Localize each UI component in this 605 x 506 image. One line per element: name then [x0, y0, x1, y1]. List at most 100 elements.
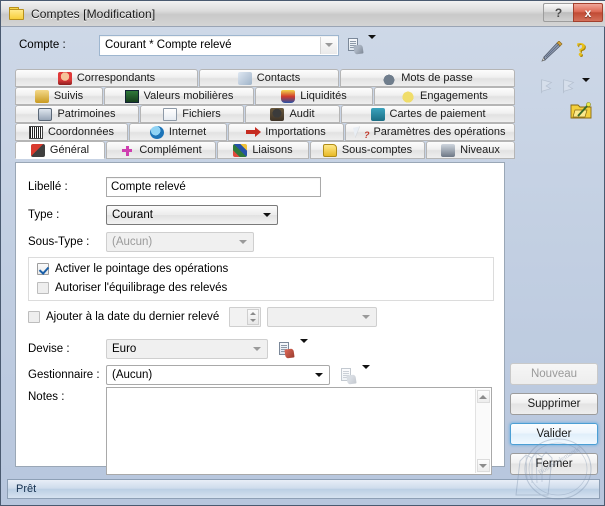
- chevron-down-icon[interactable]: [311, 366, 327, 384]
- tab-label: Suivis: [54, 91, 83, 102]
- compte-value: Courant * Compte relevé: [100, 39, 232, 51]
- tab-importations[interactable]: Importations: [228, 123, 344, 141]
- tab-valeurs-mobilieres[interactable]: Valeurs mobilières: [104, 87, 254, 105]
- stocks-icon: [125, 90, 139, 103]
- valider-button[interactable]: Valider: [510, 423, 598, 445]
- tab-label: Engagements: [420, 91, 488, 102]
- tab-cartes-de-paiement[interactable]: Cartes de paiement: [341, 105, 515, 123]
- chevron-down-icon[interactable]: [320, 37, 337, 54]
- document-edit-icon[interactable]: [347, 38, 362, 53]
- soustype-label: Sous-Type :: [28, 236, 106, 248]
- scroll-down-icon[interactable]: [477, 459, 490, 472]
- help-button[interactable]: ?: [543, 3, 573, 22]
- status-bar: Prêt: [7, 479, 600, 499]
- options-groupbox: Activer le pointage des opérations Autor…: [28, 257, 494, 301]
- tab-correspondants[interactable]: Correspondants: [15, 69, 198, 87]
- fermer-button[interactable]: Fermer: [510, 453, 598, 475]
- chevron-down-icon[interactable]: [362, 369, 370, 381]
- tab-label: Complément: [139, 145, 201, 156]
- checkbox-icon[interactable]: [37, 263, 49, 275]
- tab-niveaux[interactable]: Niveaux: [426, 141, 515, 159]
- help-question-icon[interactable]: ?: [576, 39, 586, 62]
- tab-audit[interactable]: Audit: [245, 105, 340, 123]
- chevron-down-icon[interactable]: [582, 82, 590, 94]
- gestionnaire-combobox[interactable]: (Aucun): [106, 365, 330, 385]
- tab-internet[interactable]: Internet: [129, 123, 227, 141]
- tab-patrimoines[interactable]: Patrimoines: [15, 105, 139, 123]
- checkbox-pointage[interactable]: Activer le pointage des opérations: [37, 263, 228, 275]
- coins-icon: [35, 90, 49, 103]
- libelle-label: Libellé :: [28, 181, 106, 193]
- checkbox-ajouter-date[interactable]: Ajouter à la date du dernier relevé: [28, 311, 219, 323]
- people-icon: [58, 72, 72, 85]
- status-text: Prêt: [16, 483, 36, 495]
- devise-combobox: Euro: [106, 339, 268, 359]
- valider-label: Valider: [537, 428, 572, 440]
- compte-combobox[interactable]: Courant * Compte relevé: [99, 35, 339, 56]
- tool-panel: ?: [534, 31, 600, 141]
- stepper-down-icon[interactable]: [248, 317, 258, 324]
- tab-parametres-des-operations[interactable]: ? Paramètres des opérations: [345, 123, 515, 141]
- tab-label: Internet: [169, 127, 206, 138]
- stepper-up-icon[interactable]: [248, 310, 258, 317]
- title-bar: Comptes [Modification] ? x: [1, 1, 605, 27]
- tab-sous-comptes[interactable]: Sous-comptes: [310, 141, 425, 159]
- chevron-down-icon: [235, 233, 251, 251]
- tab-label: Liquidités: [300, 91, 346, 102]
- days-stepper[interactable]: [229, 307, 261, 327]
- flag-icon: [538, 77, 556, 95]
- tab-row: Patrimoines Fichiers Audit Cartes de pai…: [15, 105, 515, 123]
- checkbox-ajouter-date-label: Ajouter à la date du dernier relevé: [46, 311, 219, 323]
- checkbox-equilibrage[interactable]: Autoriser l'équilibrage des relevés: [37, 282, 227, 294]
- tab-contacts[interactable]: Contacts: [199, 69, 339, 87]
- tab-label: Niveaux: [460, 145, 500, 156]
- tab-mots-de-passe[interactable]: Mots de passe: [340, 69, 515, 87]
- tab-strip: Correspondants Contacts Mots de passe Su…: [15, 69, 515, 159]
- tab-label: Mots de passe: [401, 73, 473, 84]
- folder-wand-icon[interactable]: [570, 101, 592, 120]
- tab-row: Suivis Valeurs mobilières Liquidités Eng…: [15, 87, 515, 105]
- devise-edit-icon[interactable]: [278, 342, 293, 357]
- supprimer-label: Supprimer: [527, 398, 580, 410]
- folder-icon: [9, 7, 25, 21]
- tab-fichiers[interactable]: Fichiers: [140, 105, 244, 123]
- links-icon: [233, 144, 247, 157]
- libelle-field[interactable]: Compte relevé: [106, 177, 321, 197]
- tab-coordonnees[interactable]: Coordonnées: [15, 123, 128, 141]
- stepper-buttons[interactable]: [247, 309, 259, 325]
- folder-icon: [323, 144, 337, 157]
- gestionnaire-label: Gestionnaire :: [28, 369, 106, 381]
- type-combobox[interactable]: Courant: [106, 205, 278, 225]
- tab-engagements[interactable]: Engagements: [374, 87, 515, 105]
- tab-complement[interactable]: Complément: [106, 141, 216, 159]
- close-button[interactable]: x: [573, 3, 603, 22]
- camera-icon: [441, 144, 455, 157]
- notes-textarea[interactable]: [106, 387, 492, 475]
- chevron-down-icon: [358, 308, 374, 326]
- pencil-icon[interactable]: [540, 41, 564, 63]
- checkbox-icon[interactable]: [37, 282, 49, 294]
- scroll-up-icon[interactable]: [477, 390, 490, 403]
- notes-scrollbar[interactable]: [475, 389, 490, 473]
- tab-label: Audit: [289, 109, 314, 120]
- chevron-down-icon[interactable]: [368, 39, 376, 51]
- tab-liquidites[interactable]: Liquidités: [255, 87, 373, 105]
- checkbox-icon[interactable]: [28, 311, 40, 323]
- nouveau-label: Nouveau: [531, 368, 577, 380]
- tab-label: Patrimoines: [57, 109, 115, 120]
- gestionnaire-edit-icon: [340, 368, 355, 383]
- tab-label: Contacts: [257, 73, 300, 84]
- nouveau-button[interactable]: Nouveau: [510, 363, 598, 385]
- tab-label: Coordonnées: [48, 127, 114, 138]
- flag-icon: [560, 77, 578, 95]
- tab-label: Paramètres des opérations: [373, 127, 505, 138]
- tab-suivis[interactable]: Suivis: [15, 87, 103, 105]
- tab-general[interactable]: Général: [15, 141, 105, 159]
- chevron-down-icon[interactable]: [259, 206, 275, 224]
- soustype-row: Sous-Type : (Aucun): [28, 232, 254, 252]
- supprimer-button[interactable]: Supprimer: [510, 393, 598, 415]
- tab-label: Liaisons: [252, 145, 292, 156]
- chevron-down-icon[interactable]: [300, 343, 308, 355]
- tab-row: Coordonnées Internet Importations ? Para…: [15, 123, 515, 141]
- tab-liaisons[interactable]: Liaisons: [217, 141, 309, 159]
